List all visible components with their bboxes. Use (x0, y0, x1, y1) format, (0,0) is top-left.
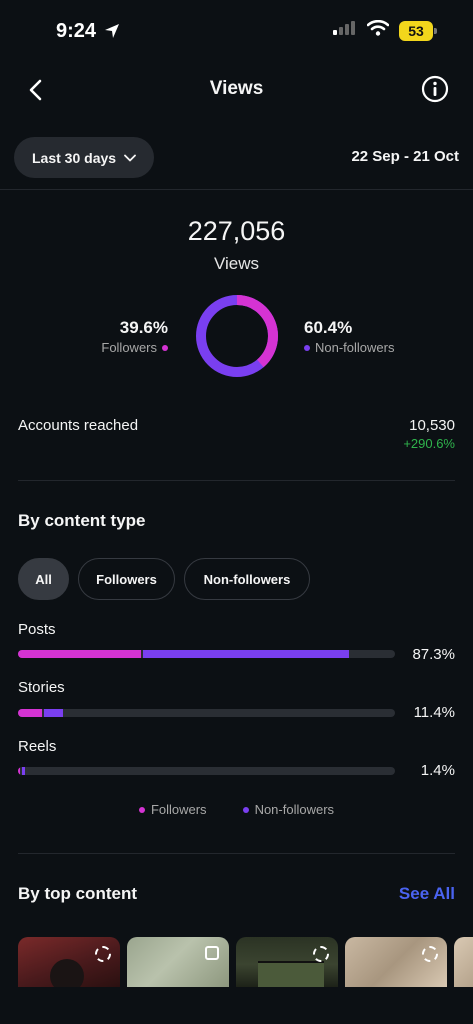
filter-chip-nonfollowers[interactable]: Non-followers (184, 558, 310, 600)
date-range-selector-label: Last 30 days (32, 149, 117, 166)
top-content-thumbnail[interactable] (18, 937, 120, 987)
thumbnail-scene (258, 961, 324, 987)
reel-icon (313, 946, 329, 962)
battery-indicator: 53 (399, 20, 437, 41)
legend-nonfollowers: Non-followers (242, 802, 335, 817)
views-donut-chart (194, 293, 280, 379)
bar-nonfollowers-segment (43, 709, 63, 717)
nonfollowers-share-value: 60.4% (304, 318, 353, 337)
bar-legend: Followers Non-followers (0, 802, 473, 817)
filter-chip-followers[interactable]: Followers (78, 558, 175, 600)
top-content-title: By top content (18, 884, 137, 903)
accounts-reached-value: 10,530 (409, 417, 455, 434)
legend-followers-dot (138, 806, 145, 813)
bar-nonfollowers-segment (143, 650, 350, 658)
top-content-thumbnail[interactable] (236, 937, 338, 987)
nonfollowers-share: 60.4% Non-followers (304, 318, 394, 355)
bar-followers-segment (18, 709, 42, 717)
section-divider (18, 853, 455, 854)
bar-followers-segment (18, 767, 20, 775)
nonfollowers-share-label: Non-followers (315, 340, 395, 355)
header-divider (0, 189, 473, 190)
followers-share-label: Followers (101, 340, 157, 355)
reel-icon (422, 946, 438, 962)
thumbnail-face (50, 959, 84, 987)
content-type-percent: 1.4% (420, 762, 455, 779)
filter-chip-all[interactable]: All (18, 558, 69, 600)
legend-followers-label: Followers (150, 802, 207, 817)
total-views-value: 227,056 (187, 216, 286, 246)
content-type-label: Posts (18, 621, 56, 638)
followers-share-value: 39.6% (119, 318, 168, 337)
legend-nonfollowers-dot (242, 806, 249, 813)
status-time: 9:24 (56, 20, 97, 42)
content-type-title: By content type (18, 511, 146, 530)
legend-nonfollowers-label: Non-followers (254, 802, 335, 817)
carousel-icon (205, 946, 219, 960)
info-button[interactable] (420, 74, 452, 106)
accounts-reached-label: Accounts reached (18, 417, 139, 434)
followers-share-label-row: Followers (101, 340, 168, 355)
wifi-icon (366, 19, 390, 41)
nonfollowers-share-label-row: Non-followers (304, 340, 394, 355)
chevron-down-icon (124, 154, 136, 161)
see-all-link[interactable]: See All (399, 884, 455, 904)
top-content-thumbnail[interactable] (127, 937, 229, 987)
bar-followers-segment (18, 650, 142, 658)
total-views-label: Views (213, 254, 260, 273)
content-type-percent: 11.4% (413, 704, 455, 721)
top-content-thumbnail[interactable] (345, 937, 447, 987)
section-divider (18, 480, 455, 481)
content-type-label: Reels (18, 738, 57, 755)
content-type-bar (18, 767, 395, 775)
legend-followers: Followers (138, 802, 207, 817)
nonfollowers-dot (304, 344, 310, 351)
info-icon (421, 75, 449, 103)
bar-nonfollowers-segment (21, 767, 26, 775)
content-type-percent: 87.3% (412, 646, 455, 663)
location-arrow-icon (104, 23, 120, 44)
accounts-reached-change: +290.6% (403, 436, 455, 451)
date-range-selector[interactable]: Last 30 days (14, 137, 155, 178)
followers-dot (162, 344, 168, 351)
content-type-bar (18, 709, 395, 717)
content-type-bar (18, 650, 395, 658)
content-type-label: Stories (18, 679, 65, 696)
reel-icon (95, 946, 111, 962)
top-content-thumbnail[interactable] (454, 937, 473, 987)
page-title: Views (209, 78, 264, 99)
signal-icon (333, 21, 357, 40)
status-indicators: 53 (333, 19, 437, 41)
date-range-text: 22 Sep - 21 Oct (351, 148, 459, 165)
followers-share: 39.6% Followers (101, 318, 168, 355)
